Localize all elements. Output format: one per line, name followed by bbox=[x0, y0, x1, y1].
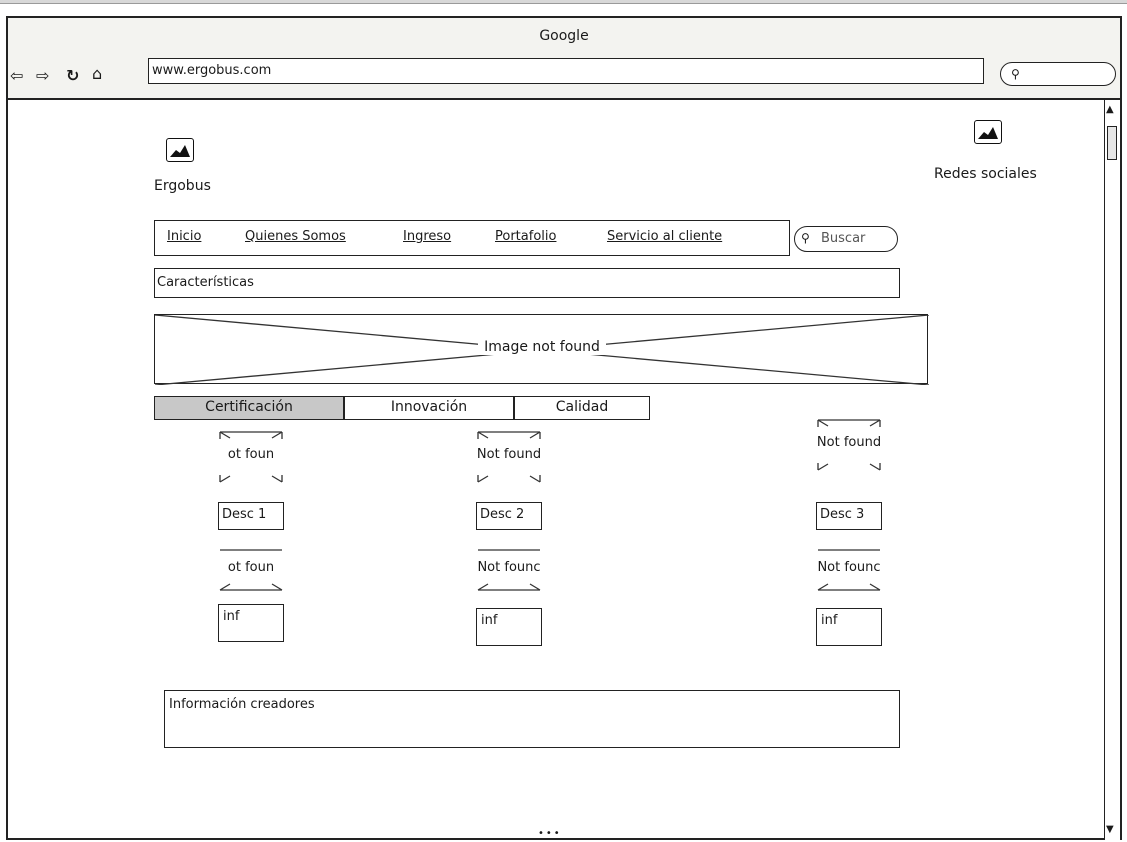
vertical-scrollbar[interactable] bbox=[1104, 100, 1120, 840]
info-box: inf bbox=[816, 608, 882, 646]
info-image-placeholder: Not founc bbox=[816, 548, 882, 592]
tab-certificacion[interactable]: Certificación bbox=[154, 396, 344, 420]
home-icon[interactable]: ⌂ bbox=[92, 66, 102, 82]
menu-item-inicio[interactable]: Inicio bbox=[167, 229, 201, 244]
tab-calidad[interactable]: Calidad bbox=[514, 396, 650, 420]
menu-item-quienes-somos[interactable]: Quienes Somos bbox=[245, 229, 346, 244]
hero-image-placeholder: Image not found bbox=[154, 314, 929, 385]
product-image-placeholder: Not found bbox=[476, 430, 542, 484]
browser-search-field[interactable]: ⚲ bbox=[1000, 62, 1116, 86]
back-arrow-icon[interactable]: ⇦ bbox=[10, 68, 23, 84]
social-image-icon bbox=[974, 120, 1002, 144]
menu-item-portafolio[interactable]: Portafolio bbox=[495, 229, 556, 244]
search-placeholder: Buscar bbox=[821, 231, 866, 246]
menu-item-servicio-al-cliente[interactable]: Servicio al cliente bbox=[607, 229, 722, 244]
address-bar[interactable]: www.ergobus.com bbox=[148, 58, 984, 84]
product-image-placeholder: ot foun bbox=[218, 430, 284, 484]
tab-bar: Certificación Innovación Calidad bbox=[154, 396, 654, 420]
info-box: inf bbox=[476, 608, 542, 646]
menu-item-ingreso[interactable]: Ingreso bbox=[403, 229, 451, 244]
site-search-field[interactable]: ⚲ Buscar bbox=[794, 226, 898, 252]
logo-image-icon bbox=[166, 138, 194, 162]
main-menu: Inicio Quienes Somos Ingreso Portafolio … bbox=[154, 220, 790, 256]
search-icon: ⚲ bbox=[801, 231, 810, 245]
scroll-down-arrow-icon[interactable]: ▼ bbox=[1106, 824, 1114, 835]
description-box: Desc 2 bbox=[476, 502, 542, 530]
forward-arrow-icon[interactable]: ⇨ bbox=[36, 68, 49, 84]
resize-dots-icon: ••• bbox=[538, 828, 562, 839]
reload-icon[interactable]: ↻ bbox=[66, 68, 79, 84]
social-label[interactable]: Redes sociales bbox=[934, 166, 1037, 182]
top-strip bbox=[0, 0, 1127, 4]
product-image-placeholder: Not found bbox=[816, 418, 882, 472]
info-image-placeholder: Not founc bbox=[476, 548, 542, 592]
features-box: Características bbox=[154, 268, 900, 298]
scroll-up-arrow-icon[interactable]: ▲ bbox=[1106, 104, 1114, 115]
scrollbar-thumb[interactable] bbox=[1107, 126, 1117, 160]
tab-innovacion[interactable]: Innovación bbox=[344, 396, 514, 420]
window-title: Google bbox=[539, 28, 589, 44]
search-icon: ⚲ bbox=[1011, 67, 1020, 81]
hero-image-label: Image not found bbox=[155, 339, 929, 355]
description-box: Desc 3 bbox=[816, 502, 882, 530]
logo-label: Ergobus bbox=[154, 178, 211, 194]
description-box: Desc 1 bbox=[218, 502, 284, 530]
browser-window: Google ⇦ ⇨ ↻ ⌂ www.ergobus.com ⚲ ▲ ▼ •••… bbox=[6, 16, 1122, 840]
browser-toolbar: Google ⇦ ⇨ ↻ ⌂ www.ergobus.com ⚲ bbox=[8, 18, 1120, 100]
info-box: inf bbox=[218, 604, 284, 642]
creators-info-box: Información creadores bbox=[164, 690, 900, 748]
info-image-placeholder: ot foun bbox=[218, 548, 284, 592]
